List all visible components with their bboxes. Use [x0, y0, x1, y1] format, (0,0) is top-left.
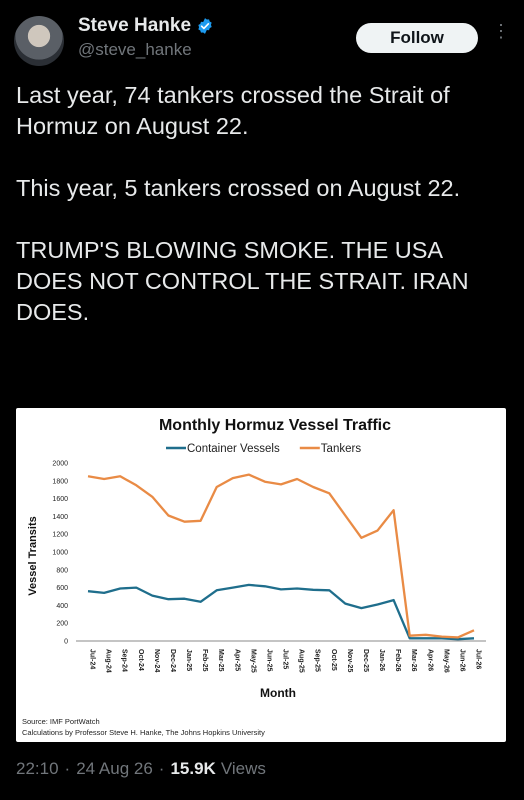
- y-tick-label: 800: [56, 567, 68, 574]
- tweet-meta: 22:10 · 24 Aug 26 · 15.9K Views: [16, 759, 266, 779]
- x-tick-label: Oct-24: [137, 649, 144, 671]
- y-tick-label: 400: [56, 603, 68, 610]
- x-tick-label: Oct-25: [330, 649, 337, 671]
- x-tick-label: Jun-26: [458, 649, 465, 672]
- chart-title: Monthly Hormuz Vessel Traffic: [159, 417, 391, 434]
- x-axis-ticks: Jul-24 Aug-24 Sep-24 Oct-24 Nov-24 Dec-24 Jan-…: [89, 649, 482, 673]
- avatar[interactable]: [14, 16, 64, 66]
- y-tick-label: 200: [56, 621, 68, 628]
- tweet-date[interactable]: 24 Aug 26: [76, 759, 153, 779]
- author-display-name[interactable]: Steve Hanke: [78, 15, 191, 37]
- chart-series: [87, 473, 475, 641]
- x-tick-label: May-26: [442, 649, 449, 673]
- x-tick-label: Dec-24: [169, 649, 176, 672]
- x-axis-label: Month: [260, 686, 296, 700]
- y-tick-label: 600: [56, 585, 68, 592]
- x-tick-label: Mar-25: [217, 649, 224, 672]
- tweet-paragraph: Last year, 74 tankers crossed the Strait…: [16, 82, 450, 139]
- x-tick-label: Jan-26: [378, 649, 385, 671]
- x-tick-label: Aug-25: [298, 649, 305, 673]
- x-tick-label: Jul-24: [89, 649, 96, 669]
- x-tick-label: Nov-25: [346, 649, 353, 672]
- legend-label: Container Vessels: [187, 443, 280, 455]
- views-label: Views: [220, 759, 266, 778]
- tweet-text: Last year, 74 tankers crossed the Strait…: [16, 80, 511, 328]
- author-name-row: Steve Hanke: [78, 14, 214, 38]
- series-line-tankers: [87, 473, 475, 639]
- y-tick-label: 1800: [52, 478, 68, 485]
- chart-source: Source: IMF PortWatch: [22, 717, 100, 726]
- more-vertical-icon[interactable]: ⋮: [492, 22, 510, 50]
- author-handle[interactable]: @steve_hanke: [78, 40, 192, 60]
- tweet-paragraph: This year, 5 tankers crossed on August 2…: [16, 175, 461, 201]
- chart-legend: Container Vessels Tankers: [166, 443, 361, 455]
- meta-separator: ·: [64, 759, 71, 778]
- y-tick-label: 1400: [52, 514, 68, 521]
- x-tick-label: Apr-25: [233, 649, 240, 671]
- hormuz-traffic-chart: Monthly Hormuz Vessel Traffic Container …: [22, 417, 486, 737]
- x-tick-label: Feb-25: [201, 649, 208, 672]
- x-tick-label: Nov-24: [153, 649, 160, 672]
- series-line-container-vessels: [87, 583, 475, 641]
- x-tick-label: Sep-25: [314, 649, 321, 672]
- y-tick-label: 0: [64, 639, 68, 646]
- x-tick-label: Apr-26: [426, 649, 433, 671]
- x-tick-label: Jul-25: [282, 649, 289, 669]
- tweet-paragraph: TRUMP'S BLOWING SMOKE. THE USA DOES NOT …: [16, 237, 469, 325]
- y-tick-label: 1200: [52, 532, 68, 539]
- y-tick-label: 2000: [52, 461, 68, 468]
- x-tick-label: Mar-26: [410, 649, 417, 672]
- follow-button[interactable]: Follow: [356, 23, 478, 53]
- meta-separator: ·: [158, 759, 165, 778]
- chart-credit: Calculations by Professor Steve H. Hanke…: [22, 728, 265, 737]
- tweet-header: Steve Hanke @steve_hanke Follow ⋮: [0, 0, 524, 80]
- verified-badge-icon: [198, 18, 212, 34]
- x-tick-label: Aug-24: [105, 649, 112, 673]
- y-tick-label: 1000: [52, 550, 68, 557]
- x-tick-label: Jul-26: [475, 649, 482, 669]
- chart-image[interactable]: Monthly Hormuz Vessel Traffic Container …: [16, 408, 506, 742]
- x-tick-label: Feb-26: [394, 649, 401, 672]
- x-tick-label: Jan-25: [185, 649, 192, 671]
- x-tick-label: May-25: [249, 649, 256, 673]
- y-axis-ticks: 0 200 400 600 800 1000 1200 1400 1600 1800 2000: [52, 461, 68, 646]
- x-tick-label: Jun-25: [265, 649, 272, 672]
- views-count: 15.9K: [170, 759, 216, 778]
- x-tick-label: Dec-25: [362, 649, 369, 672]
- y-tick-label: 1600: [52, 496, 68, 503]
- y-axis-label: Vessel Transits: [27, 516, 39, 596]
- tweet-time[interactable]: 22:10: [16, 759, 59, 779]
- legend-label: Tankers: [321, 443, 362, 455]
- x-tick-label: Sep-24: [121, 649, 128, 672]
